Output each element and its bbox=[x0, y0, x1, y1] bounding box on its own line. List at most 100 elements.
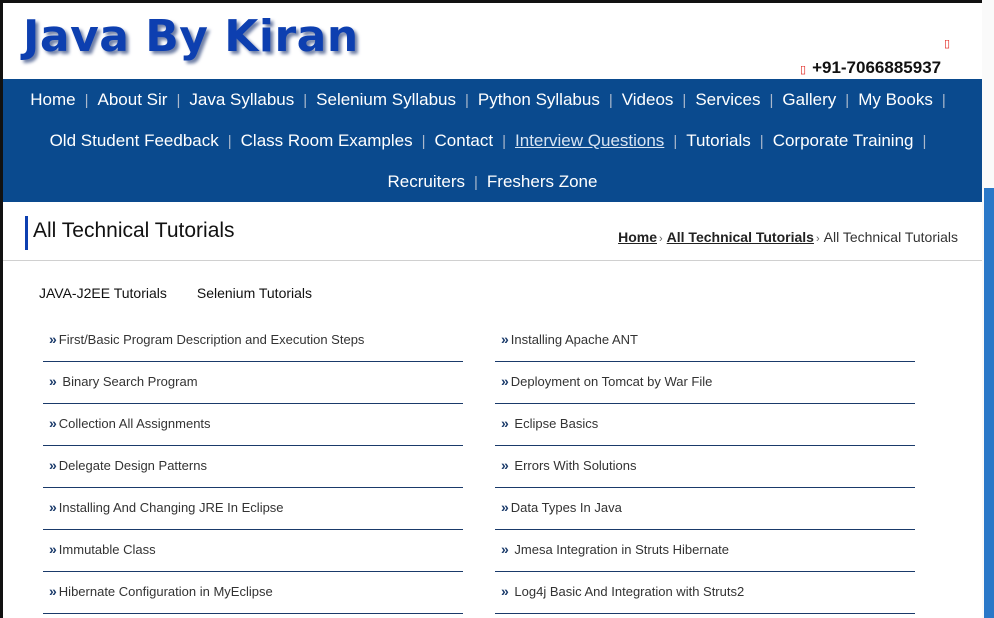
double-chevron-icon: » bbox=[501, 457, 509, 473]
nav-services[interactable]: Services bbox=[695, 90, 760, 109]
list-item-label[interactable]: Data Types In Java bbox=[511, 500, 622, 515]
list-item-label[interactable]: Delegate Design Patterns bbox=[59, 458, 207, 473]
nav-my-books[interactable]: My Books bbox=[858, 90, 933, 109]
nav-java-syllabus[interactable]: Java Syllabus bbox=[189, 90, 294, 109]
double-chevron-icon: » bbox=[49, 373, 57, 389]
page-title-bar: All Technical Tutorials Home › All Technic… bbox=[3, 202, 982, 261]
list-item-label[interactable]: Binary Search Program bbox=[59, 374, 197, 389]
list-item-label[interactable]: Installing Apache ANT bbox=[511, 332, 638, 347]
double-chevron-icon: » bbox=[501, 499, 509, 515]
nav-separator: | bbox=[769, 92, 774, 109]
list-item[interactable]: » Errors With Solutions bbox=[495, 447, 915, 488]
list-item-label[interactable]: Deployment on Tomcat by War File bbox=[511, 374, 713, 389]
phone-text: +91-7066885937 bbox=[812, 58, 942, 77]
double-chevron-icon: » bbox=[49, 541, 57, 557]
title-accent bbox=[25, 216, 28, 250]
nav-contact[interactable]: Contact bbox=[435, 131, 494, 150]
nav-separator: | bbox=[227, 133, 232, 150]
list-item[interactable]: » Collection All Assignments bbox=[43, 405, 463, 446]
mobile-icon: ▯ bbox=[944, 38, 951, 50]
double-chevron-icon: » bbox=[49, 499, 57, 515]
list-item-label[interactable]: Log4j Basic And Integration with Struts2 bbox=[511, 584, 744, 599]
tutorial-tabs: JAVA-J2EE Tutorials Selenium Tutorials bbox=[39, 285, 342, 301]
phone-icon: ▯ bbox=[800, 64, 807, 76]
nav-python-syllabus[interactable]: Python Syllabus bbox=[478, 90, 600, 109]
breadcrumb-home[interactable]: Home bbox=[618, 229, 657, 245]
nav-row-2: Old Student Feedback | Class Room Examples… bbox=[3, 131, 982, 151]
right-tutorial-list: » Installing Apache ANT » Deployment on To… bbox=[495, 321, 915, 615]
page-title: All Technical Tutorials bbox=[33, 219, 235, 242]
nav-about-sir[interactable]: About Sir bbox=[98, 90, 168, 109]
double-chevron-icon: » bbox=[49, 415, 57, 431]
nav-videos[interactable]: Videos bbox=[622, 90, 674, 109]
tab-selenium[interactable]: Selenium Tutorials bbox=[197, 285, 312, 301]
tab-java-j2ee[interactable]: JAVA-J2EE Tutorials bbox=[39, 285, 167, 301]
left-tutorial-list: » First/Basic Program Description and Exe… bbox=[43, 321, 463, 615]
site-header: Java By Kiran ▯ ▯ +91-7066885937 bbox=[3, 3, 982, 79]
nav-separator: | bbox=[421, 133, 426, 150]
nav-separator: | bbox=[303, 92, 308, 109]
nav-tutorials[interactable]: Tutorials bbox=[686, 131, 751, 150]
nav-separator: | bbox=[502, 133, 507, 150]
list-item[interactable]: » Delegate Design Patterns bbox=[43, 447, 463, 488]
nav-separator: | bbox=[845, 92, 850, 109]
double-chevron-icon: » bbox=[49, 457, 57, 473]
nav-separator: | bbox=[673, 133, 678, 150]
list-item[interactable]: » Hibernate Configuration in MyEclipse bbox=[43, 573, 463, 614]
double-chevron-icon: » bbox=[501, 583, 509, 599]
nav-class-room-examples[interactable]: Class Room Examples bbox=[241, 131, 413, 150]
nav-gallery[interactable]: Gallery bbox=[782, 90, 836, 109]
nav-separator: | bbox=[682, 92, 687, 109]
list-item-label[interactable]: Collection All Assignments bbox=[59, 416, 211, 431]
nav-row-1: Home | About Sir | Java Syllabus | Selenium Sy… bbox=[3, 90, 982, 110]
nav-home[interactable]: Home bbox=[30, 90, 75, 109]
list-item[interactable]: » First/Basic Program Description and Exe… bbox=[43, 321, 463, 362]
chevron-right-icon: › bbox=[658, 233, 663, 245]
nav-separator: | bbox=[176, 92, 181, 109]
list-item-label[interactable]: First/Basic Program Description and Exec… bbox=[59, 332, 365, 347]
list-item-label[interactable]: Hibernate Configuration in MyEclipse bbox=[59, 584, 273, 599]
double-chevron-icon: » bbox=[501, 373, 509, 389]
nav-separator: | bbox=[608, 92, 613, 109]
nav-separator: | bbox=[465, 92, 469, 109]
nav-separator: | bbox=[922, 133, 927, 150]
page: Java By Kiran ▯ ▯ +91-7066885937 Home | Abo… bbox=[3, 3, 982, 618]
double-chevron-icon: » bbox=[501, 541, 509, 557]
chevron-right-icon: › bbox=[815, 233, 820, 245]
double-chevron-icon: » bbox=[501, 415, 509, 431]
breadcrumb: Home › All Technical Tutorials › All Technic… bbox=[618, 229, 958, 245]
side-accent-bar bbox=[984, 188, 994, 618]
main-nav: Home | About Sir | Java Syllabus | Selenium Sy… bbox=[3, 79, 982, 202]
list-item-label[interactable]: Errors With Solutions bbox=[511, 458, 636, 473]
list-item-label[interactable]: Installing And Changing JRE In Eclipse bbox=[59, 500, 284, 515]
list-item-label[interactable]: Immutable Class bbox=[59, 542, 156, 557]
nav-interview-questions[interactable]: Interview Questions bbox=[515, 131, 664, 150]
list-item[interactable]: » Eclipse Basics bbox=[495, 405, 915, 446]
nav-freshers-zone[interactable]: Freshers Zone bbox=[487, 172, 598, 191]
nav-separator: | bbox=[759, 133, 764, 150]
nav-separator: | bbox=[84, 92, 89, 109]
double-chevron-icon: » bbox=[501, 331, 509, 347]
list-item[interactable]: » Installing And Changing JRE In Eclipse bbox=[43, 489, 463, 530]
breadcrumb-section[interactable]: All Technical Tutorials bbox=[667, 229, 814, 245]
list-item[interactable]: » Log4j Basic And Integration with Strut… bbox=[495, 573, 915, 614]
list-item-label[interactable]: Eclipse Basics bbox=[511, 416, 598, 431]
nav-corporate-training[interactable]: Corporate Training bbox=[773, 131, 914, 150]
nav-recruiters[interactable]: Recruiters bbox=[388, 172, 465, 191]
list-item[interactable]: » Data Types In Java bbox=[495, 489, 915, 530]
list-item[interactable]: » Installing Apache ANT bbox=[495, 321, 915, 362]
nav-row-3: Recruiters | Freshers Zone bbox=[3, 172, 982, 192]
nav-separator: | bbox=[941, 92, 946, 109]
site-logo[interactable]: Java By Kiran bbox=[23, 11, 359, 62]
list-item[interactable]: » Binary Search Program bbox=[43, 363, 463, 404]
list-item[interactable]: » Jmesa Integration in Struts Hibernate bbox=[495, 531, 915, 572]
double-chevron-icon: » bbox=[49, 331, 57, 347]
list-item-label[interactable]: Jmesa Integration in Struts Hibernate bbox=[511, 542, 729, 557]
list-item[interactable]: » Deployment on Tomcat by War File bbox=[495, 363, 915, 404]
double-chevron-icon: » bbox=[49, 583, 57, 599]
breadcrumb-current: All Technical Tutorials bbox=[823, 229, 958, 245]
nav-selenium-syllabus[interactable]: Selenium Syllabus bbox=[316, 90, 456, 109]
phone-number: ▯ +91-7066885937 bbox=[800, 58, 941, 78]
list-item[interactable]: » Immutable Class bbox=[43, 531, 463, 572]
nav-old-student-feedback[interactable]: Old Student Feedback bbox=[50, 131, 219, 150]
